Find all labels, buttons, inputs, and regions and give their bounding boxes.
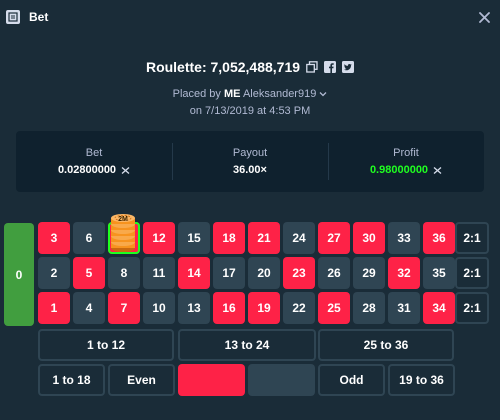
number-cell-27[interactable]: 27	[318, 222, 350, 254]
username-link[interactable]: Aleksander919	[243, 88, 316, 100]
number-cell-12[interactable]: 12	[143, 222, 175, 254]
payout-value: 36.00×	[233, 164, 267, 176]
number-cell-28[interactable]: 28	[353, 292, 385, 324]
zero-cell[interactable]: 0	[4, 223, 34, 326]
bet-date: on 7/13/2019 at 4:53 PM	[189, 105, 311, 117]
modal-title: Bet	[29, 10, 49, 24]
modal-header: Bet	[0, 0, 500, 34]
low-bet[interactable]: 1 to 18	[38, 364, 105, 396]
profit-value: 0.98000000	[369, 164, 429, 176]
number-cell-11[interactable]: 11	[143, 257, 175, 289]
number-cell-23[interactable]: 23	[283, 257, 315, 289]
number-cell-25[interactable]: 25	[318, 292, 350, 324]
number-cell-9[interactable]: 9	[108, 222, 140, 254]
number-cell-5[interactable]: 5	[73, 257, 105, 289]
dozen-2[interactable]: 13 to 24	[178, 329, 316, 361]
number-cell-31[interactable]: 31	[388, 292, 420, 324]
stat-payout: Payout 36.00×	[172, 131, 328, 192]
number-cell-17[interactable]: 17	[213, 257, 245, 289]
red-bet[interactable]	[178, 364, 245, 396]
number-cell-22[interactable]: 22	[283, 292, 315, 324]
number-cell-6[interactable]: 6	[73, 222, 105, 254]
number-cell-3[interactable]: 3	[38, 222, 70, 254]
stat-bet: Bet 0.02800000	[16, 131, 172, 192]
close-icon[interactable]	[476, 9, 492, 25]
number-cell-24[interactable]: 24	[283, 222, 315, 254]
xrp-coin-icon	[121, 166, 130, 175]
bet-stats-panel: Bet 0.02800000 Payout 36.00× Profit 0.98…	[16, 131, 484, 192]
column-bet-bottom[interactable]: 2:1	[455, 292, 489, 324]
even-bet[interactable]: Even	[108, 364, 175, 396]
user-rank: ME	[223, 88, 241, 100]
twitter-icon[interactable]	[342, 61, 355, 73]
number-cell-4[interactable]: 4	[73, 292, 105, 324]
number-cell-29[interactable]: 29	[353, 257, 385, 289]
black-bet[interactable]	[248, 364, 315, 396]
bet-slip-icon	[6, 10, 20, 24]
number-cell-35[interactable]: 35	[423, 257, 455, 289]
game-title: Roulette: 7,052,488,719	[145, 59, 301, 75]
number-cell-32[interactable]: 32	[388, 257, 420, 289]
dozen-1[interactable]: 1 to 12	[38, 329, 174, 361]
number-cell-19[interactable]: 19	[248, 292, 280, 324]
facebook-icon[interactable]	[324, 61, 337, 73]
number-cell-26[interactable]: 26	[318, 257, 350, 289]
high-bet[interactable]: 19 to 36	[388, 364, 455, 396]
column-bet-middle[interactable]: 2:1	[455, 257, 489, 289]
chevron-down-icon[interactable]	[319, 88, 327, 100]
number-cell-34[interactable]: 34	[423, 292, 455, 324]
copy-icon[interactable]	[306, 61, 318, 73]
number-cell-13[interactable]: 13	[178, 292, 210, 324]
column-bet-top[interactable]: 2:1	[455, 222, 489, 254]
number-cell-30[interactable]: 30	[353, 222, 385, 254]
bet-title-row: Roulette: 7,052,488,719	[0, 56, 500, 78]
payout-label: Payout	[232, 147, 268, 159]
number-cell-21[interactable]: 21	[248, 222, 280, 254]
odd-bet[interactable]: Odd	[318, 364, 385, 396]
number-cell-15[interactable]: 15	[178, 222, 210, 254]
stat-profit: Profit 0.98000000	[328, 131, 484, 192]
xrp-coin-icon	[433, 166, 442, 175]
placed-by-row: Placed by ME Aleksander919	[0, 88, 500, 100]
number-cell-18[interactable]: 18	[213, 222, 245, 254]
number-cell-2[interactable]: 2	[38, 257, 70, 289]
number-cell-7[interactable]: 7	[108, 292, 140, 324]
number-cell-20[interactable]: 20	[248, 257, 280, 289]
number-cell-14[interactable]: 14	[178, 257, 210, 289]
placed-by-prefix: Placed by	[172, 88, 221, 100]
bet-value: 0.02800000	[57, 164, 117, 176]
number-cell-36[interactable]: 36	[423, 222, 455, 254]
number-cell-8[interactable]: 8	[108, 257, 140, 289]
number-cell-1[interactable]: 1	[38, 292, 70, 324]
profit-label: Profit	[393, 147, 419, 159]
number-cell-10[interactable]: 10	[143, 292, 175, 324]
number-cell-16[interactable]: 16	[213, 292, 245, 324]
bet-label: Bet	[85, 147, 103, 159]
number-cell-33[interactable]: 33	[388, 222, 420, 254]
dozen-3[interactable]: 25 to 36	[318, 329, 454, 361]
